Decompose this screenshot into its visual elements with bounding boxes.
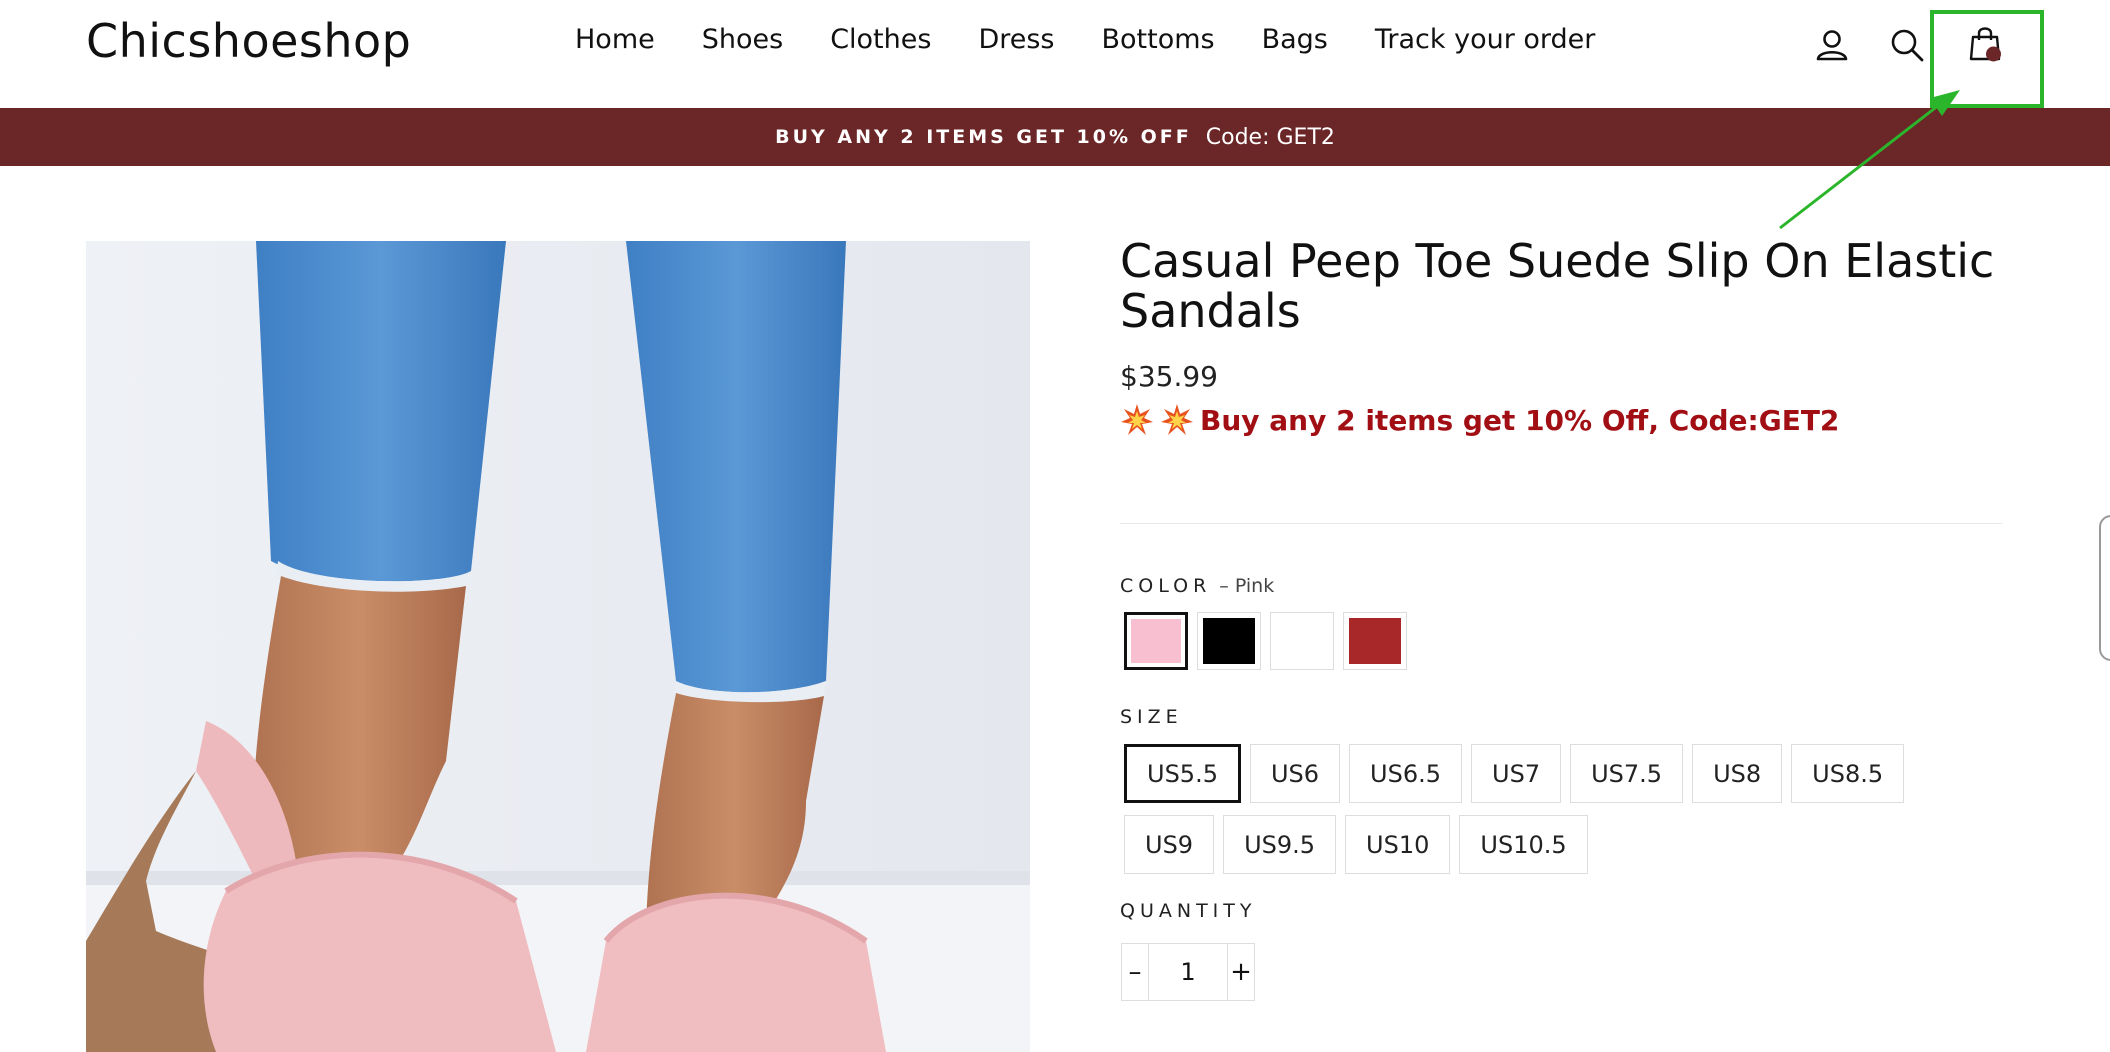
- nav-track-order[interactable]: Track your order: [1375, 24, 1596, 55]
- size-option[interactable]: US6.5: [1349, 744, 1463, 803]
- selected-color: – Pink: [1219, 575, 1275, 597]
- size-label: SIZE: [1120, 706, 1183, 728]
- color-swatch-red[interactable]: [1343, 612, 1407, 670]
- quantity-stepper: – 1 +: [1121, 943, 1255, 1001]
- collision-icon: [1121, 404, 1153, 435]
- size-option[interactable]: US10.5: [1459, 815, 1588, 874]
- promo-message: Buy any 2 items get 10% Off, Code:GET2: [1120, 403, 2010, 437]
- collision-icon: [1161, 404, 1193, 435]
- nav-home[interactable]: Home: [575, 24, 655, 55]
- side-tab[interactable]: [2099, 515, 2110, 661]
- nav-clothes[interactable]: Clothes: [830, 24, 931, 55]
- quantity-decrease-button[interactable]: –: [1122, 944, 1148, 1000]
- product-title: Casual Peep Toe Suede Slip On Elastic Sa…: [1120, 234, 1995, 338]
- color-swatches: [1124, 612, 1416, 670]
- size-option[interactable]: US6: [1249, 744, 1341, 803]
- nav-bags[interactable]: Bags: [1262, 24, 1328, 55]
- size-option[interactable]: US7: [1471, 744, 1562, 803]
- nav-shoes[interactable]: Shoes: [702, 24, 783, 55]
- product-details: Casual Peep Toe Suede Slip On Elastic Sa…: [1120, 236, 2010, 437]
- product-price: $35.99: [1120, 360, 1218, 393]
- size-option[interactable]: US5.5: [1124, 744, 1241, 803]
- size-option[interactable]: US10: [1345, 815, 1451, 874]
- size-option[interactable]: US9.5: [1223, 815, 1337, 874]
- size-option[interactable]: US8: [1692, 744, 1783, 803]
- user-icon[interactable]: [1813, 26, 1851, 64]
- color-swatch-white[interactable]: [1270, 612, 1334, 670]
- product-image[interactable]: [86, 241, 1030, 1052]
- size-option[interactable]: US7.5: [1570, 744, 1684, 803]
- color-swatch-pink[interactable]: [1124, 612, 1188, 670]
- size-option[interactable]: US8.5: [1791, 744, 1905, 803]
- color-swatch-black[interactable]: [1197, 612, 1261, 670]
- main-nav: Home Shoes Clothes Dress Bottoms Bags Tr…: [575, 24, 1642, 55]
- nav-dress[interactable]: Dress: [978, 24, 1054, 55]
- size-option[interactable]: US9: [1124, 815, 1215, 874]
- size-options: US5.5 US6 US6.5 US7 US7.5 US8 US8.5 US9 …: [1124, 744, 2004, 886]
- promo-headline: BUY ANY 2 ITEMS GET 10% OFF: [775, 126, 1192, 148]
- promo-text: Buy any 2 items get 10% Off, Code:GET2: [1200, 403, 1840, 437]
- divider: [1120, 523, 2002, 524]
- site-header: Chicshoeshop Home Shoes Clothes Dress Bo…: [0, 0, 2110, 108]
- cart-icon[interactable]: [1966, 24, 2004, 62]
- quantity-increase-button[interactable]: +: [1228, 944, 1254, 1000]
- quantity-label: QUANTITY: [1120, 900, 1257, 922]
- search-icon[interactable]: [1888, 26, 1926, 64]
- color-label: COLOR – Pink: [1120, 575, 1275, 597]
- promo-bar: BUY ANY 2 ITEMS GET 10% OFF Code: GET2: [0, 108, 2110, 166]
- site-logo[interactable]: Chicshoeshop: [86, 14, 411, 68]
- quantity-input[interactable]: 1: [1148, 944, 1228, 1000]
- nav-bottoms[interactable]: Bottoms: [1101, 24, 1214, 55]
- promo-code: Code: GET2: [1205, 124, 1335, 150]
